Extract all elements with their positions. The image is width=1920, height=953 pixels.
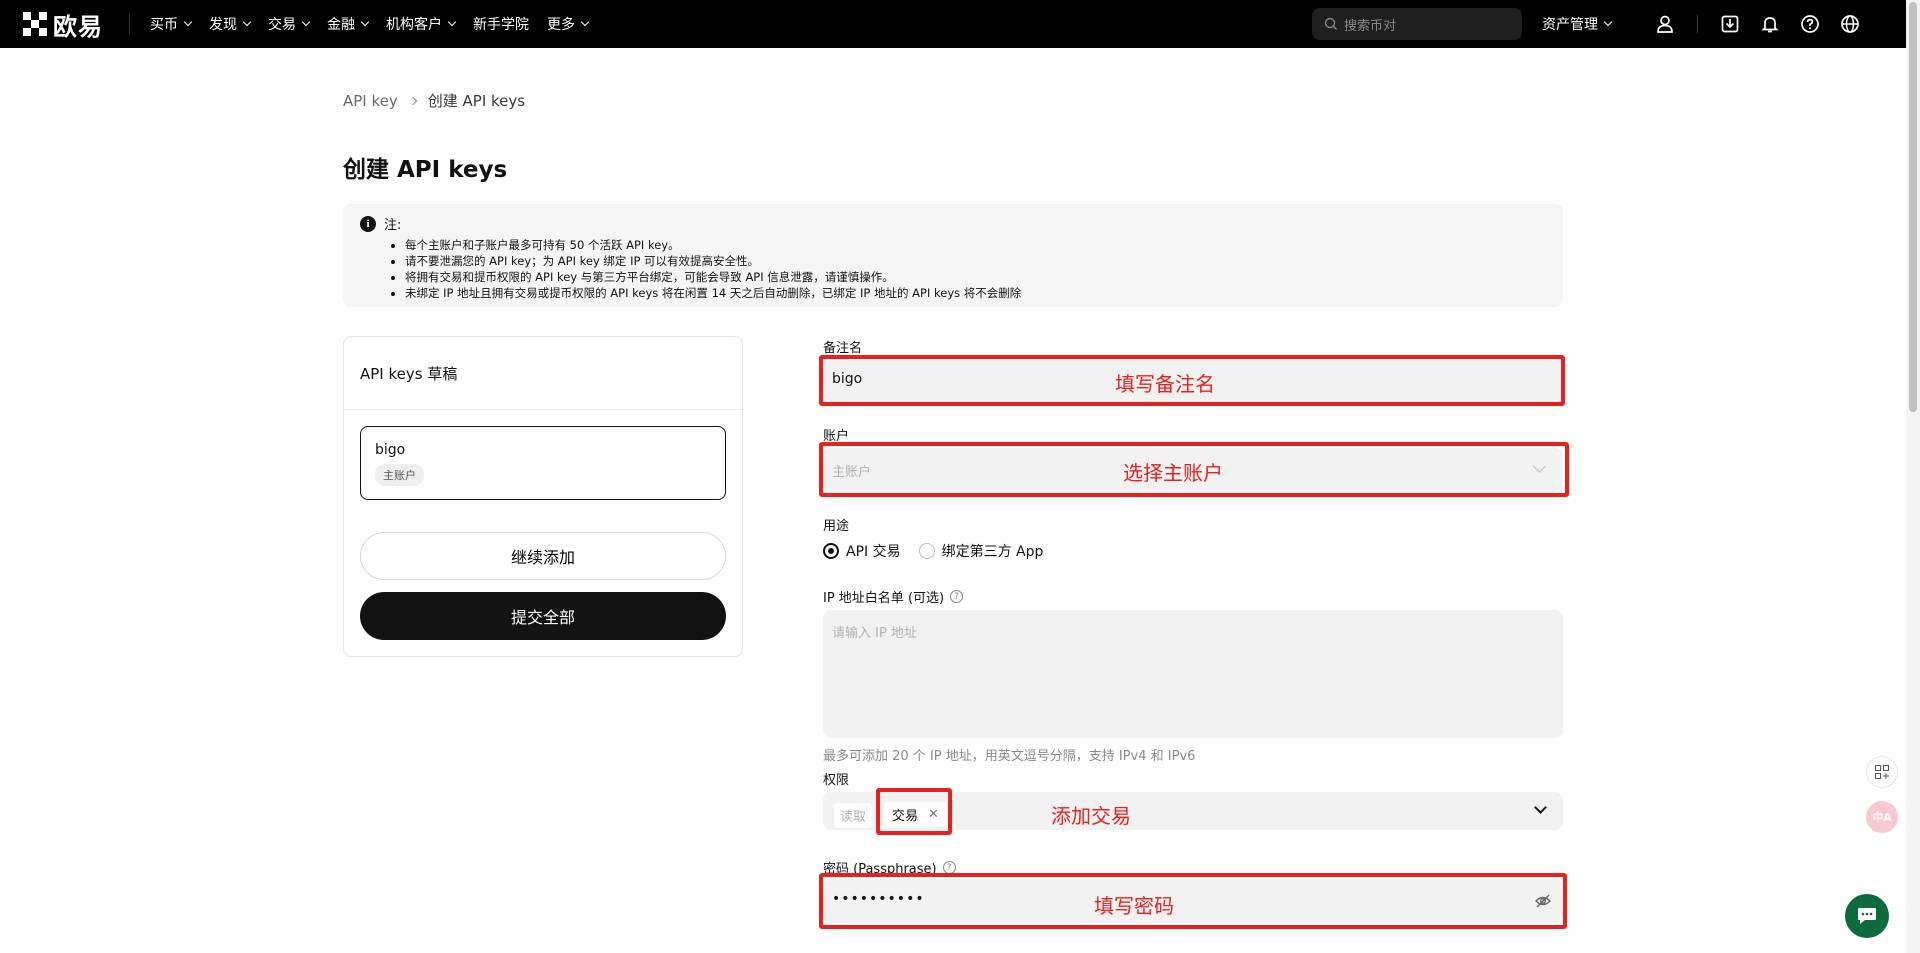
grid-icon[interactable] (1866, 756, 1898, 788)
globe-icon[interactable] (1838, 12, 1862, 36)
permissions-label: 权限 (823, 773, 850, 788)
nav-item[interactable]: 买币 (150, 14, 193, 34)
remark-label: 备注名 (823, 341, 863, 356)
ip-whitelist-placeholder: 请输入 IP 地址 (832, 626, 917, 641)
close-icon[interactable]: ✕ (928, 807, 939, 822)
help-icon[interactable] (1798, 12, 1822, 36)
asset-management-menu[interactable]: 资产管理 (1542, 14, 1613, 34)
nav-item-label: 发现 (209, 17, 237, 33)
radio-unselected-icon (918, 543, 935, 559)
submit-all-button[interactable]: 提交全部 (360, 592, 726, 640)
search-input[interactable]: 搜索币对 (1312, 8, 1522, 40)
chevron-down-icon[interactable] (1534, 801, 1547, 814)
chevron-down-icon (301, 17, 311, 27)
passphrase-input[interactable]: •••••••••• (823, 879, 1563, 923)
breadcrumb: API key 创建 API keys (343, 90, 525, 111)
asset-management-label: 资产管理 (1542, 17, 1598, 33)
page-scrollbar[interactable] (1906, 0, 1920, 953)
nav-item[interactable]: 更多 (547, 14, 590, 34)
passphrase-label-text: 密码 (Passphrase) (823, 862, 937, 877)
nav-item-label: 更多 (547, 17, 575, 33)
nav-item[interactable]: 金融 (327, 14, 370, 34)
nav-item-label: 买币 (150, 17, 178, 33)
nav-item[interactable]: 新手学院 (473, 14, 529, 34)
chevron-down-icon (360, 17, 370, 27)
annotation-account: 选择主账户 (1123, 461, 1223, 485)
notice-list: 每个主账户和子账户最多可持有 50 个活跃 API key。请不要泄漏您的 AP… (405, 237, 1546, 301)
chevron-down-icon (183, 17, 193, 27)
passphrase-label: 密码 (Passphrase) ? (823, 858, 956, 877)
ip-whitelist-label-text: IP 地址白名单 (可选) (823, 591, 945, 606)
draft-card-title: API keys 草稿 (360, 365, 458, 383)
logo-mark-icon (23, 12, 47, 36)
draft-item[interactable]: bigo 主账户 (360, 426, 726, 500)
download-icon[interactable] (1718, 12, 1742, 36)
chevron-down-icon (580, 17, 590, 27)
bell-icon[interactable] (1758, 12, 1782, 36)
purpose-radio-api-trading[interactable]: API 交易 (823, 541, 901, 561)
chevron-down-icon (1603, 17, 1613, 27)
account-select-value: 主账户 (832, 465, 872, 480)
ip-whitelist-hint: 最多可添加 20 个 IP 地址，用英文逗号分隔，支持 IPv4 和 IPv6 (823, 749, 1196, 764)
api-keys-draft-card: API keys 草稿 bigo 主账户 继续添加 提交全部 (343, 336, 743, 657)
purpose-radio-third-party-app[interactable]: 绑定第三方 App (918, 541, 1044, 561)
notice-item: 未绑定 IP 地址且拥有交易或提币权限的 API keys 将在闲置 14 天之… (405, 285, 1546, 301)
nav-item[interactable]: 发现 (209, 14, 252, 34)
ip-whitelist-textarea[interactable]: 请输入 IP 地址 (823, 610, 1563, 738)
search-placeholder: 搜索币对 (1344, 18, 1397, 34)
chevron-down-icon (447, 17, 457, 27)
chevron-right-icon (408, 96, 418, 105)
main-nav: 买币 发现 交易 金融 机构客户 新手学院 更多 (150, 14, 590, 34)
purpose-option-label: API 交易 (846, 544, 901, 560)
logo-text: 欧易 (53, 12, 103, 41)
help-icon[interactable]: ? (942, 861, 956, 874)
annotation-permission: 添加交易 (1051, 804, 1131, 828)
permission-chip-read: 读取 (834, 803, 873, 828)
purpose-option-label: 绑定第三方 App (941, 544, 1044, 560)
continue-add-button[interactable]: 继续添加 (360, 532, 726, 580)
chat-icon[interactable] (1845, 894, 1889, 938)
purpose-radio-group: API 交易 绑定第三方 App (823, 541, 1043, 561)
permission-chip-trade: 交易 ✕ (884, 802, 947, 827)
draft-card-divider (344, 409, 742, 410)
notice-item: 将拥有交易和提币权限的 API key 与第三方平台绑定，可能会导致 API 信… (405, 269, 1546, 285)
notice-heading: 注: (384, 218, 402, 233)
page-title: 创建 API keys (343, 157, 508, 183)
breadcrumb-current: 创建 API keys (427, 92, 526, 110)
remark-input-value: bigo (832, 371, 863, 387)
radio-selected-icon (823, 543, 839, 559)
nav-divider (129, 14, 130, 34)
nav-item-label: 机构客户 (386, 17, 442, 33)
draft-item-account-badge: 主账户 (375, 464, 424, 486)
chevron-down-icon (242, 17, 252, 27)
ip-whitelist-label: IP 地址白名单 (可选) ? (823, 587, 964, 606)
scrollbar-thumb[interactable] (1909, 2, 1917, 412)
passphrase-input-value: •••••••••• (832, 891, 925, 907)
notice-box: i 注: 每个主账户和子账户最多可持有 50 个活跃 API key。请不要泄漏… (343, 204, 1563, 307)
top-divider (1697, 15, 1698, 33)
nav-item-label: 金融 (327, 17, 355, 33)
breadcrumb-parent-link[interactable]: API key (343, 92, 398, 110)
nav-item[interactable]: 机构客户 (386, 14, 457, 34)
account-label: 账户 (823, 429, 850, 444)
draft-item-name: bigo (375, 442, 406, 458)
logo[interactable]: 欧易 (23, 7, 103, 42)
help-icon[interactable]: ? (950, 590, 964, 603)
search-icon (1324, 17, 1337, 30)
annotation-passphrase: 填写密码 (1094, 894, 1174, 918)
notice-item: 每个主账户和子账户最多可持有 50 个活跃 API key。 (405, 237, 1546, 253)
purpose-label: 用途 (823, 519, 850, 534)
info-icon: i (360, 215, 376, 232)
nav-item-label: 交易 (268, 17, 296, 33)
annotation-remark: 填写备注名 (1115, 372, 1215, 396)
eye-off-icon[interactable] (1534, 892, 1552, 910)
nav-item-label: 新手学院 (473, 17, 529, 33)
user-icon[interactable] (1653, 12, 1677, 36)
nav-item[interactable]: 交易 (268, 14, 311, 34)
chevron-down-icon (1533, 460, 1546, 473)
top-nav-bar: 欧易 买币 发现 交易 金融 机构客户 新手学院 更多 搜索币对 资产管理 (0, 0, 1920, 48)
notice-item: 请不要泄漏您的 API key；为 API key 绑定 IP 可以有效提高安全… (405, 253, 1546, 269)
permission-chip-trade-label: 交易 (892, 809, 919, 824)
translate-icon[interactable]: 中A (1866, 801, 1898, 833)
